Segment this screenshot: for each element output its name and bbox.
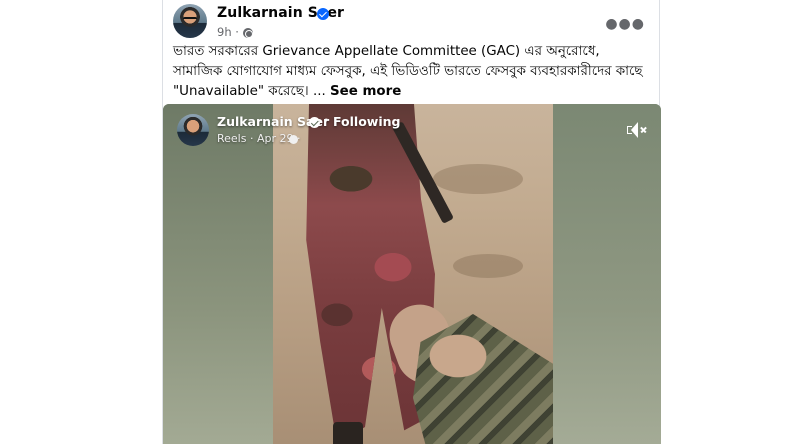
post-body: ভারত সরকারের Grievance Appellate Committ… [173,44,643,99]
post-timestamp[interactable]: 9h · [217,25,239,39]
reel-author-avatar[interactable] [177,114,209,146]
reel-separator: · [324,113,329,127]
reel-verified-icon [309,117,320,128]
verified-badge-icon [317,8,329,20]
blurred-right-panel [553,104,661,444]
see-more-link[interactable]: See more [330,84,401,99]
ground-patch [453,254,523,278]
speaker-cone [631,122,638,138]
boot [333,422,363,444]
author-avatar[interactable] [173,4,207,38]
reel-meta: Reels · Apr 29 · [217,132,301,145]
ground-patch [433,164,523,194]
globe-icon [243,28,253,38]
post-text: ভারত সরকারের Grievance Appellate Committ… [173,42,649,102]
reel-media[interactable]: Zulkarnain Saer · Following Reels · Apr … [163,104,661,444]
blurred-left-panel [163,104,273,444]
more-options-icon[interactable]: ●●● [605,16,645,32]
post-header: Zulkarnain Saer 9h · ●●● [173,4,649,40]
post-card: Zulkarnain Saer 9h · ●●● ভারত সরকারের Gr… [162,0,661,444]
video-frame[interactable] [273,104,553,444]
muted-speaker-icon[interactable] [627,122,647,138]
following-button[interactable]: Following [333,114,400,129]
avatar-glasses [183,17,197,21]
reel-header: Zulkarnain Saer · Following Reels · Apr … [177,113,477,150]
reel-globe-icon [289,135,298,144]
